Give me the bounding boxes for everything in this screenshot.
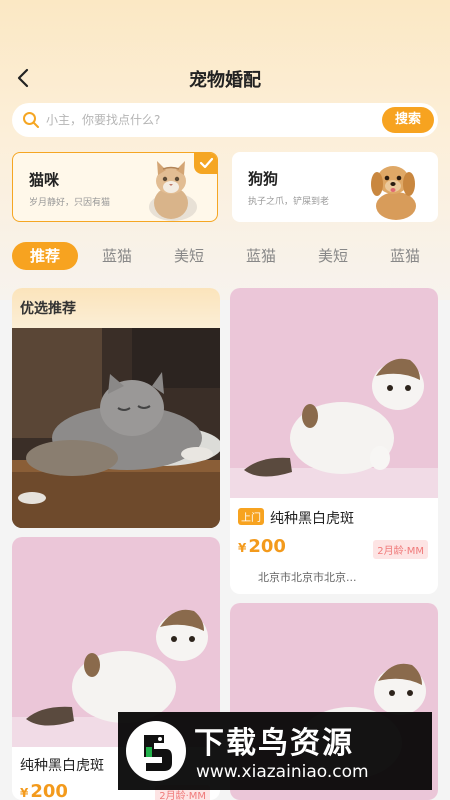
watermark-url: www.xiazainiao.com <box>196 762 369 782</box>
currency-symbol: ¥ <box>238 541 247 555</box>
recommend-header: 优选推荐 <box>12 288 220 328</box>
category-card-cat[interactable]: 猫咪 岁月静好，只因有猫 <box>12 152 218 222</box>
search-input[interactable] <box>46 110 346 130</box>
pet-price: ¥200 <box>20 781 68 800</box>
tab-recommend[interactable]: 推荐 <box>12 242 78 270</box>
pet-price: ¥200 <box>238 536 286 557</box>
price-value: 200 <box>248 536 286 557</box>
breed-tabs: 推荐 蓝猫 美短 蓝猫 美短 蓝猫 <box>12 242 438 270</box>
pet-title: 上门 纯种黑白虎斑 <box>238 508 354 528</box>
watermark-text: 下载鸟资源 <box>194 726 354 761</box>
tab-american-shorthair[interactable]: 美短 <box>158 242 220 270</box>
page-title: 宠物婚配 <box>189 70 261 91</box>
tab-blue-cat[interactable]: 蓝猫 <box>374 242 436 270</box>
category-subtitle: 岁月静好，只因有猫 <box>29 198 111 208</box>
tab-blue-cat[interactable]: 蓝猫 <box>86 242 148 270</box>
dog-image <box>371 166 416 220</box>
pet-card[interactable]: 上门 纯种黑白虎斑 ¥200 2月龄·MM 北京市北京市北京... <box>230 288 438 594</box>
category-card-dog[interactable]: 狗狗 执子之爪，铲屎到老 <box>232 152 438 222</box>
grey-cat-photo <box>12 328 220 528</box>
pet-location: 北京市北京市北京... <box>258 571 357 584</box>
bird-logo-icon <box>126 721 186 781</box>
watermark-banner: 下载鸟资源 www.xiazainiao.com <box>118 712 432 790</box>
pet-name: 纯种黑白虎斑 <box>270 511 354 527</box>
category-name: 狗狗 <box>248 170 279 188</box>
price-value: 200 <box>30 781 68 800</box>
search-icon <box>23 112 39 128</box>
pet-age-badge: 2月龄·MM <box>373 540 428 559</box>
currency-symbol: ¥ <box>20 786 29 800</box>
recommend-title: 优选推荐 <box>20 301 76 317</box>
onsite-tag: 上门 <box>238 508 264 525</box>
pet-name: 纯种黑白虎斑 <box>20 758 104 774</box>
white-cat-photo <box>230 288 438 498</box>
search-bar: 搜索 <box>12 103 438 137</box>
category-name: 猫咪 <box>29 171 60 189</box>
recommend-card[interactable]: 优选推荐 <box>12 288 220 528</box>
nav-bar: 宠物婚配 <box>0 58 450 98</box>
tab-american-shorthair[interactable]: 美短 <box>302 242 364 270</box>
selected-check-icon <box>194 153 217 174</box>
category-subtitle: 执子之爪，铲屎到老 <box>248 197 330 207</box>
tab-blue-cat[interactable]: 蓝猫 <box>230 242 292 270</box>
search-button[interactable]: 搜索 <box>382 107 434 133</box>
